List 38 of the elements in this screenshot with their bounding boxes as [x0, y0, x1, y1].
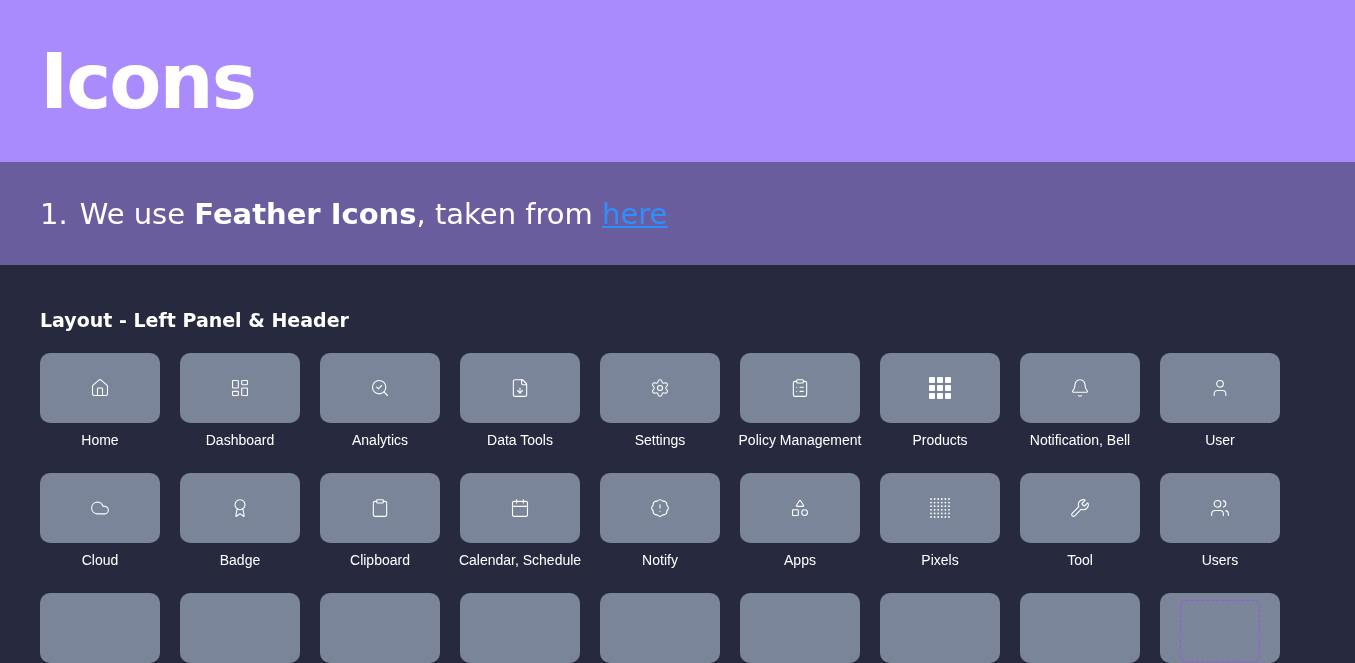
grid-icon: [929, 377, 951, 399]
icon-label: Policy Management: [738, 432, 862, 448]
note-text: We use Feather Icons, taken from here: [79, 196, 668, 231]
icon-label: Home: [81, 432, 119, 448]
icon-label: Notify: [642, 552, 678, 568]
icon-label: Clipboard: [350, 552, 410, 568]
settings-icon: [650, 378, 670, 398]
icon-label: User: [1205, 432, 1235, 448]
icon-label: Badge: [219, 552, 261, 568]
house-icon: [90, 378, 110, 398]
icon-label: Data Tools: [487, 432, 553, 448]
here-link[interactable]: here: [602, 196, 668, 231]
clipboard-list-icon: [790, 378, 810, 398]
section-title: Layout - Left Panel & Header: [40, 309, 350, 331]
page-title: Icons: [40, 36, 255, 126]
icon-label: Pixels: [921, 552, 959, 568]
icon-label: Products: [912, 432, 968, 448]
dot-grid-icon: [930, 498, 950, 518]
users-icon: [1210, 498, 1230, 518]
icon-label: Dashboard: [205, 432, 275, 448]
list-number: 1.: [40, 196, 68, 231]
icon-label: Tool: [1067, 552, 1093, 568]
bell-icon: [1070, 378, 1090, 398]
icon-label: Cloud: [81, 552, 119, 568]
magnifier-icon: [370, 378, 390, 398]
icon-label: Notification, Bell: [1029, 432, 1131, 448]
calendar-icon: [510, 498, 530, 518]
icon-label: Apps: [784, 552, 816, 568]
shapes-icon: [790, 498, 810, 518]
icon-label: Calendar, Schedule: [458, 552, 582, 568]
file-download-icon: [510, 378, 530, 398]
icon-label: Settings: [634, 432, 686, 448]
alert-badge-icon: [650, 498, 670, 518]
wrench-icon: [1070, 498, 1090, 518]
icon-label: Users: [1201, 552, 1239, 568]
clipboard-icon: [370, 498, 390, 518]
dashboard-icon: [230, 378, 250, 398]
icon-label: Analytics: [352, 432, 408, 448]
